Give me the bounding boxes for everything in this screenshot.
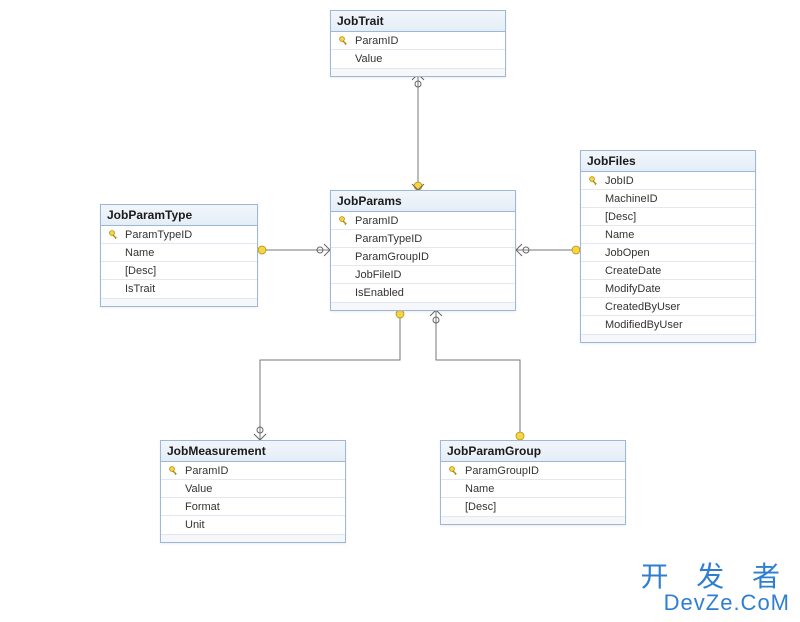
watermark-line2: DevZe.CoM — [640, 591, 790, 614]
column-row[interactable]: ParamTypeID — [101, 226, 257, 244]
column-name: ParamTypeID — [123, 229, 253, 241]
column-row[interactable]: Name — [581, 226, 755, 244]
table-title: JobParamType — [101, 205, 257, 226]
column-name: [Desc] — [463, 501, 621, 513]
column-name: Value — [183, 483, 341, 495]
column-name: Name — [463, 483, 621, 495]
table-footer — [441, 516, 625, 524]
table-footer — [581, 334, 755, 342]
table-footer — [101, 298, 257, 306]
column-name: ModifiedByUser — [603, 319, 751, 331]
column-name: CreatedByUser — [603, 301, 751, 313]
table-columns: ParamGroupID Name [Desc] — [441, 462, 625, 516]
column-name: IsTrait — [123, 283, 253, 295]
column-name: JobOpen — [603, 247, 751, 259]
column-row[interactable]: IsEnabled — [331, 284, 515, 302]
table-jobmeasurement[interactable]: JobMeasurement ParamID Value Format Unit — [160, 440, 346, 543]
column-name: JobID — [603, 175, 751, 187]
column-name: ParamGroupID — [463, 465, 621, 477]
table-columns: ParamID ParamTypeID ParamGroupID JobFileID I… — [331, 212, 515, 302]
primary-key-icon — [585, 175, 603, 187]
table-title: JobParamGroup — [441, 441, 625, 462]
column-row[interactable]: JobID — [581, 172, 755, 190]
column-row[interactable]: CreatedByUser — [581, 298, 755, 316]
column-row[interactable]: Format — [161, 498, 345, 516]
column-name: ParamTypeID — [353, 233, 511, 245]
column-row[interactable]: Name — [101, 244, 257, 262]
column-name: Format — [183, 501, 341, 513]
column-name: ParamID — [183, 465, 341, 477]
column-name: Unit — [183, 519, 341, 531]
column-row[interactable]: Value — [331, 50, 505, 68]
table-jobtrait[interactable]: JobTrait ParamID Value — [330, 10, 506, 77]
column-name: [Desc] — [603, 211, 751, 223]
column-row[interactable]: Unit — [161, 516, 345, 534]
primary-key-icon — [445, 465, 463, 477]
column-name: Name — [603, 229, 751, 241]
watermark-line1: 开 发 者 — [640, 562, 790, 591]
column-row[interactable]: ParamGroupID — [441, 462, 625, 480]
table-jobparams[interactable]: JobParams ParamID ParamTypeID ParamGroupID… — [330, 190, 516, 311]
column-row[interactable]: ParamID — [161, 462, 345, 480]
column-row[interactable]: ParamID — [331, 32, 505, 50]
column-name: IsEnabled — [353, 287, 511, 299]
column-row[interactable]: CreateDate — [581, 262, 755, 280]
column-row[interactable]: MachineID — [581, 190, 755, 208]
table-footer — [331, 302, 515, 310]
column-row[interactable]: [Desc] — [581, 208, 755, 226]
column-row[interactable]: ParamID — [331, 212, 515, 230]
column-name: MachineID — [603, 193, 751, 205]
primary-key-icon — [335, 35, 353, 47]
table-columns: ParamID Value Format Unit — [161, 462, 345, 534]
column-row[interactable]: Value — [161, 480, 345, 498]
table-jobfiles[interactable]: JobFiles JobID MachineID [Desc] Name JobOpen… — [580, 150, 756, 343]
watermark: 开 发 者 DevZe.CoM — [640, 562, 790, 614]
column-name: ParamGroupID — [353, 251, 511, 263]
column-row[interactable]: ParamTypeID — [331, 230, 515, 248]
table-footer — [161, 534, 345, 542]
primary-key-icon — [105, 229, 123, 241]
column-name: ParamID — [353, 35, 501, 47]
column-row[interactable]: IsTrait — [101, 280, 257, 298]
column-row[interactable]: JobOpen — [581, 244, 755, 262]
table-footer — [331, 68, 505, 76]
column-row[interactable]: ParamGroupID — [331, 248, 515, 266]
table-columns: ParamID Value — [331, 32, 505, 68]
column-row[interactable]: ModifiedByUser — [581, 316, 755, 334]
column-row[interactable]: [Desc] — [441, 498, 625, 516]
column-name: JobFileID — [353, 269, 511, 281]
primary-key-icon — [335, 215, 353, 227]
table-title: JobFiles — [581, 151, 755, 172]
er-diagram-canvas: JobTrait ParamID Value JobParamType Param… — [0, 0, 800, 622]
column-name: [Desc] — [123, 265, 253, 277]
table-columns: ParamTypeID Name [Desc] IsTrait — [101, 226, 257, 298]
table-columns: JobID MachineID [Desc] Name JobOpen CreateDat… — [581, 172, 755, 334]
table-jobparamgroup[interactable]: JobParamGroup ParamGroupID Name [Desc] — [440, 440, 626, 525]
column-row[interactable]: Name — [441, 480, 625, 498]
column-name: Value — [353, 53, 501, 65]
column-name: Name — [123, 247, 253, 259]
column-name: ModifyDate — [603, 283, 751, 295]
table-title: JobMeasurement — [161, 441, 345, 462]
table-jobparamtype[interactable]: JobParamType ParamTypeID Name [Desc] IsTrai… — [100, 204, 258, 307]
column-name: CreateDate — [603, 265, 751, 277]
column-name: ParamID — [353, 215, 511, 227]
column-row[interactable]: [Desc] — [101, 262, 257, 280]
column-row[interactable]: ModifyDate — [581, 280, 755, 298]
table-title: JobTrait — [331, 11, 505, 32]
table-title: JobParams — [331, 191, 515, 212]
column-row[interactable]: JobFileID — [331, 266, 515, 284]
primary-key-icon — [165, 465, 183, 477]
